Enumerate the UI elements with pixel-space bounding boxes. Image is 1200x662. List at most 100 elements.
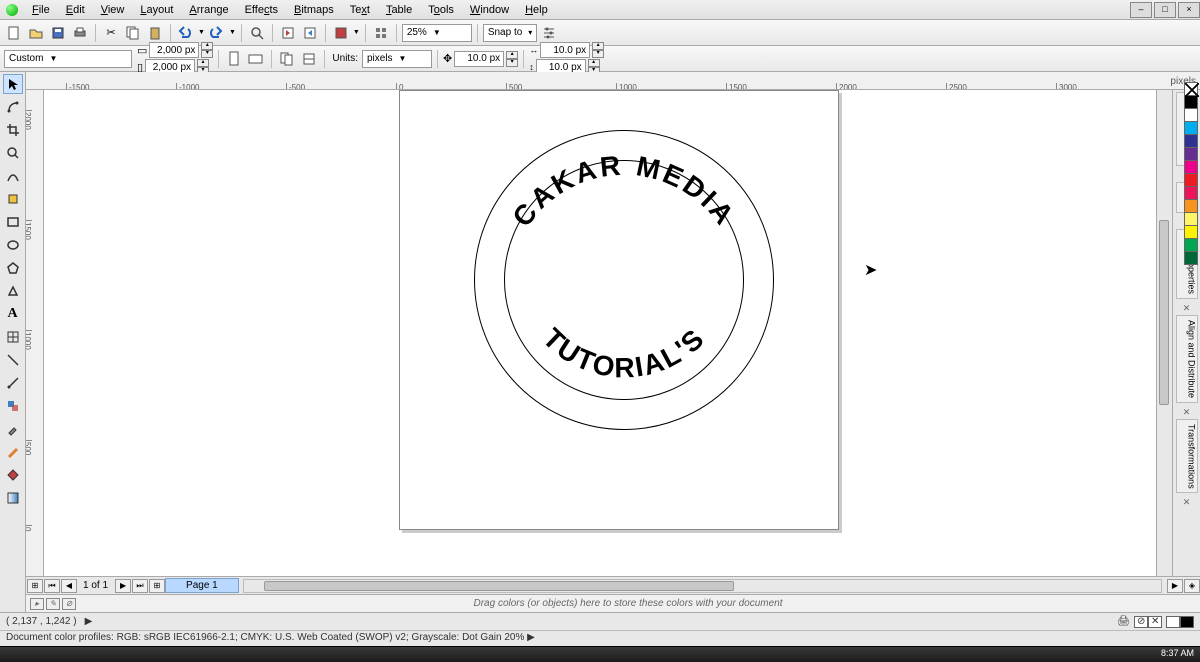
- next-page-icon[interactable]: ▶: [115, 579, 131, 593]
- portrait-icon[interactable]: [224, 49, 244, 69]
- duplicate-x[interactable]: [540, 42, 590, 58]
- swatch[interactable]: [1184, 95, 1198, 109]
- copy-icon[interactable]: [123, 23, 143, 43]
- zoom-tool[interactable]: [3, 143, 23, 163]
- first-page-icon[interactable]: ⏮: [44, 579, 60, 593]
- basic-shapes-tool[interactable]: [3, 281, 23, 301]
- add-page-icon[interactable]: ⊞: [27, 579, 43, 593]
- page-size-preset[interactable]: Custom▼: [4, 50, 132, 68]
- swatch[interactable]: [1184, 173, 1198, 187]
- docker-transformations[interactable]: Transformations: [1176, 419, 1198, 494]
- new-doc-icon[interactable]: [4, 23, 24, 43]
- swatch[interactable]: [1184, 134, 1198, 148]
- menu-view[interactable]: View: [93, 2, 133, 18]
- menu-window[interactable]: Window: [462, 2, 517, 18]
- interactive-effects-tool[interactable]: [3, 396, 23, 416]
- eyedropper-tool[interactable]: [3, 419, 23, 439]
- swatch[interactable]: [1184, 199, 1198, 213]
- page-width[interactable]: [149, 42, 199, 58]
- connector-tool[interactable]: [3, 373, 23, 393]
- polygon-tool[interactable]: [3, 258, 23, 278]
- save-icon[interactable]: [48, 23, 68, 43]
- swatch[interactable]: [1184, 238, 1198, 252]
- redo-icon[interactable]: [207, 23, 227, 43]
- docker-align-distribute[interactable]: Align and Distribute: [1176, 315, 1198, 403]
- options-icon[interactable]: [539, 23, 559, 43]
- swatch[interactable]: [1184, 186, 1198, 200]
- ellipse-tool[interactable]: [3, 235, 23, 255]
- document-palette[interactable]: ▸ ✎ ⊘ Drag colors (or objects) here to s…: [26, 594, 1200, 612]
- dimension-tool[interactable]: [3, 350, 23, 370]
- swatch[interactable]: [1184, 225, 1198, 239]
- landscape-icon[interactable]: [246, 49, 266, 69]
- scroll-right-icon[interactable]: ▶: [1167, 579, 1183, 593]
- prev-page-icon[interactable]: ◀: [61, 579, 77, 593]
- swatch[interactable]: [1184, 212, 1198, 226]
- interactive-fill-tool[interactable]: [3, 488, 23, 508]
- menu-help[interactable]: Help: [517, 2, 556, 18]
- window-close[interactable]: ×: [1178, 2, 1200, 18]
- smart-fill-tool[interactable]: [3, 189, 23, 209]
- publish-pdf-icon[interactable]: [331, 23, 351, 43]
- print-icon[interactable]: [70, 23, 90, 43]
- page-count: 1 of 1: [83, 580, 108, 591]
- horizontal-scrollbar[interactable]: [243, 579, 1162, 593]
- color-proof-icon[interactable]: 🖨: [1117, 616, 1130, 628]
- os-taskbar[interactable]: 8:37 AM: [0, 646, 1200, 662]
- palette-eyedropper-icon[interactable]: ✎: [46, 598, 60, 610]
- fill-tool[interactable]: [3, 465, 23, 485]
- menu-arrange[interactable]: Arrange: [181, 2, 236, 18]
- add-page-after-icon[interactable]: ⊞: [149, 579, 165, 593]
- menu-file[interactable]: FFileile: [24, 2, 58, 18]
- export-icon[interactable]: [300, 23, 320, 43]
- page-tab-1[interactable]: Page 1: [165, 578, 239, 593]
- zoom-level[interactable]: 25%▼: [402, 24, 472, 42]
- import-icon[interactable]: [278, 23, 298, 43]
- shape-tool[interactable]: [3, 97, 23, 117]
- menu-edit[interactable]: Edit: [58, 2, 93, 18]
- search-icon[interactable]: [247, 23, 267, 43]
- app-launcher-icon[interactable]: [371, 23, 391, 43]
- curved-text-bottom[interactable]: TUTORIAL'S: [474, 130, 774, 430]
- swatch[interactable]: [1184, 160, 1198, 174]
- swatch[interactable]: [1184, 121, 1198, 135]
- swatch[interactable]: [1184, 147, 1198, 161]
- paste-icon[interactable]: [145, 23, 165, 43]
- cut-icon[interactable]: ✂: [101, 23, 121, 43]
- menu-table[interactable]: Table: [378, 2, 420, 18]
- current-page-icon[interactable]: [299, 49, 319, 69]
- vertical-scrollbar[interactable]: [1156, 90, 1172, 576]
- menu-tools[interactable]: Tools: [420, 2, 462, 18]
- vertical-ruler[interactable]: 2000 1500 1000 500 0: [26, 90, 44, 576]
- pick-tool[interactable]: [3, 74, 23, 94]
- crop-tool[interactable]: [3, 120, 23, 140]
- open-icon[interactable]: [26, 23, 46, 43]
- window-maximize[interactable]: □: [1154, 2, 1176, 18]
- all-pages-icon[interactable]: [277, 49, 297, 69]
- swatch[interactable]: [1184, 108, 1198, 122]
- menu-layout[interactable]: Layout: [132, 2, 181, 18]
- outline-tool[interactable]: [3, 442, 23, 462]
- table-tool[interactable]: [3, 327, 23, 347]
- fill-outline-swatch[interactable]: [1166, 616, 1194, 628]
- navigator-icon[interactable]: ◈: [1184, 579, 1200, 593]
- drawing-workspace[interactable]: CAKAR MEDIA TUTORIAL'S ➤: [44, 90, 1156, 576]
- horizontal-ruler[interactable]: -1500 -1000 -500 0 500 1000 1500 2000 25…: [26, 72, 1200, 90]
- snap-to-dropdown[interactable]: Snap to▾: [483, 24, 538, 42]
- freehand-tool[interactable]: [3, 166, 23, 186]
- rectangle-tool[interactable]: [3, 212, 23, 232]
- last-page-icon[interactable]: ⏭: [132, 579, 148, 593]
- palette-none-icon[interactable]: ⊘: [62, 598, 76, 610]
- swatch-none[interactable]: [1184, 82, 1198, 96]
- undo-icon[interactable]: [176, 23, 196, 43]
- menu-bitmaps[interactable]: Bitmaps: [286, 2, 342, 18]
- menu-text[interactable]: Text: [342, 2, 378, 18]
- swatch[interactable]: [1184, 251, 1198, 265]
- text-tool[interactable]: A: [3, 304, 23, 324]
- fill-outline-indicator[interactable]: ⊘ ✕: [1134, 616, 1162, 628]
- menu-effects[interactable]: Effects: [237, 2, 286, 18]
- nudge-distance[interactable]: [454, 51, 504, 67]
- window-minimize[interactable]: –: [1130, 2, 1152, 18]
- units-dropdown[interactable]: pixels▼: [362, 50, 432, 68]
- palette-menu-icon[interactable]: ▸: [30, 598, 44, 610]
